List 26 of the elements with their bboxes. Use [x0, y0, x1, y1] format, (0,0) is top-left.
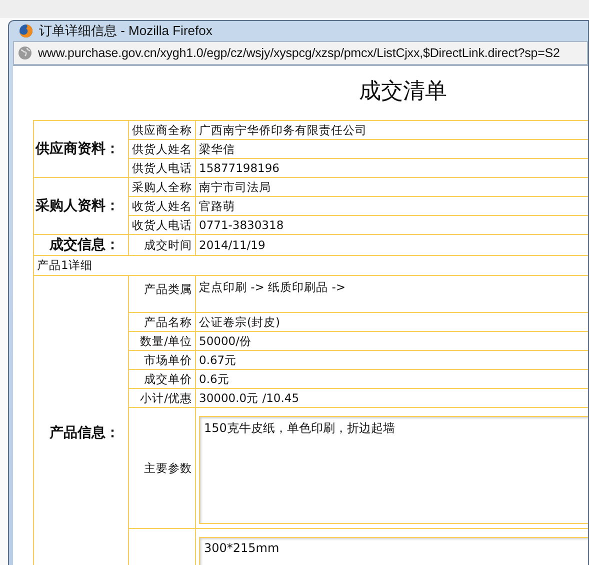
field-label: 供货人姓名	[128, 140, 196, 158]
field-label: 成交单价	[128, 370, 196, 388]
field-label: 主要参数	[128, 408, 196, 528]
field-label: 小计/优惠	[128, 388, 196, 408]
text-area[interactable]: 300*215mm	[199, 537, 588, 565]
field-label: 收货人姓名	[128, 196, 196, 216]
field-label: 收货人电话	[128, 216, 196, 234]
text-area[interactable]: 150克牛皮纸，单色印刷，折边起墙	[199, 416, 588, 524]
field-label: 市场单价	[128, 350, 196, 370]
section-heading: 供应商资料：	[34, 120, 128, 178]
field-label: 成交时间	[128, 234, 196, 256]
globe-icon	[18, 46, 32, 60]
field-label: 供应商全称	[128, 120, 196, 140]
field-label: 数量/单位	[128, 332, 196, 350]
field-value: 广西南宁华侨印务有限责任公司	[196, 120, 588, 140]
window-title: 订单详细信息 - Mozilla Firefox	[39, 22, 212, 40]
browser-logo-icon	[19, 24, 33, 38]
field-label: 产品名称	[128, 312, 196, 332]
field-label: 采购人全称	[128, 178, 196, 196]
product-heading: 产品1详细	[34, 256, 588, 276]
field-label: 产品类属	[128, 276, 196, 312]
section-heading: 成交信息：	[34, 234, 128, 256]
page-title: 成交清单	[358, 78, 448, 106]
section-heading: 采购人资料：	[34, 178, 128, 234]
field-label: 供货人电话	[128, 158, 196, 178]
section-heading: 产品信息：	[34, 276, 128, 565]
